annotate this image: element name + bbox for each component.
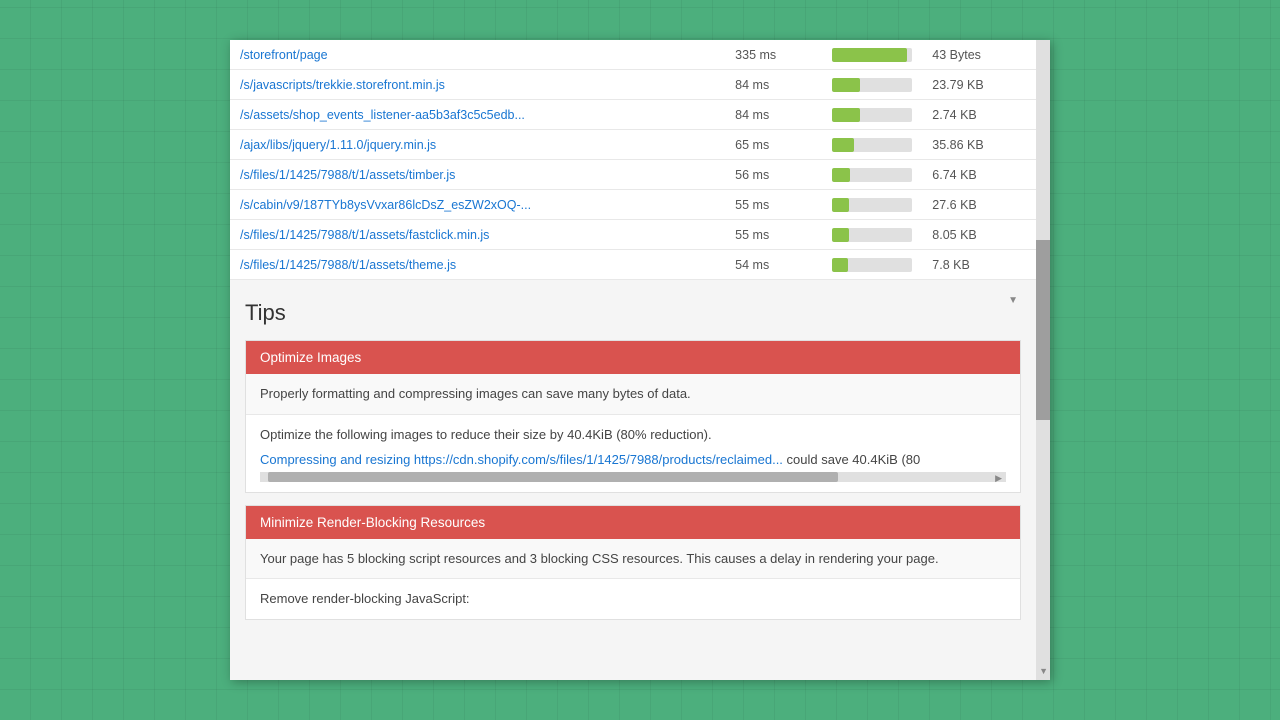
bar-container (832, 168, 912, 182)
bar-container (832, 78, 912, 92)
time-cell: 56 ms (725, 160, 822, 190)
tip-detail-render-blocking: Remove render-blocking JavaScript: (246, 578, 1020, 619)
bar-container (832, 198, 912, 212)
bar-cell (822, 220, 922, 250)
table-row: /s/files/1/1425/7988/t/1/assets/fastclic… (230, 220, 1036, 250)
bar-fill (832, 78, 860, 92)
bar-container (832, 228, 912, 242)
time-cell: 55 ms (725, 190, 822, 220)
tip-card-render-blocking: Minimize Render-Blocking Resources Your … (245, 505, 1021, 620)
tip-body-optimize-images: Properly formatting and compressing imag… (246, 374, 1020, 414)
resource-link[interactable]: /s/files/1/1425/7988/t/1/assets/timber.j… (240, 168, 455, 182)
bar-container (832, 108, 912, 122)
tip-body-render-blocking: Your page has 5 blocking script resource… (246, 539, 1020, 579)
bar-container (832, 258, 912, 272)
resource-link[interactable]: /storefront/page (240, 48, 328, 62)
size-cell: 35.86 KB (922, 130, 1036, 160)
tip-detail-link-line: Compressing and resizing https://cdn.sho… (260, 450, 1006, 470)
time-cell: 65 ms (725, 130, 822, 160)
table-row: /s/files/1/1425/7988/t/1/assets/timber.j… (230, 160, 1036, 190)
resource-table: /storefront/page 335 ms 43 Bytes /s/java… (230, 40, 1036, 280)
resource-link[interactable]: /s/assets/shop_events_listener-aa5b3af3c… (240, 108, 525, 122)
time-cell: 84 ms (725, 100, 822, 130)
main-panel: /storefront/page 335 ms 43 Bytes /s/java… (230, 40, 1050, 680)
tip-card-optimize-images: Optimize Images Properly formatting and … (245, 340, 1021, 493)
resource-link[interactable]: /s/files/1/1425/7988/t/1/assets/theme.js (240, 258, 456, 272)
vertical-scrollbar-track[interactable]: ▼ (1036, 40, 1050, 680)
table-row: /s/cabin/v9/187TYb8ysVvxar86lcDsZ_esZW2x… (230, 190, 1036, 220)
vertical-scrollbar-thumb[interactable] (1036, 240, 1050, 420)
bar-fill (832, 258, 848, 272)
right-scroll-arrow: ▶ (995, 472, 1002, 486)
bar-cell (822, 130, 922, 160)
bar-fill (832, 108, 860, 122)
bar-container (832, 48, 912, 62)
bar-fill (832, 48, 907, 62)
size-cell: 27.6 KB (922, 190, 1036, 220)
size-cell: 2.74 KB (922, 100, 1036, 130)
tip-header-optimize-images: Optimize Images (246, 341, 1020, 374)
size-cell: 43 Bytes (922, 40, 1036, 70)
bar-fill (832, 228, 849, 242)
size-cell: 23.79 KB (922, 70, 1036, 100)
size-cell: 8.05 KB (922, 220, 1036, 250)
bar-container (832, 138, 912, 152)
table-row: /s/assets/shop_events_listener-aa5b3af3c… (230, 100, 1036, 130)
horizontal-scrollbar-track[interactable]: ▶ (260, 472, 1006, 482)
tip-header-render-blocking: Minimize Render-Blocking Resources (246, 506, 1020, 539)
time-cell: 55 ms (725, 220, 822, 250)
content-area: /storefront/page 335 ms 43 Bytes /s/java… (230, 40, 1036, 680)
tip-detail-optimize-images: Optimize the following images to reduce … (246, 414, 1020, 492)
tip-cdn-link[interactable]: Compressing and resizing https://cdn.sho… (260, 452, 787, 467)
bar-cell (822, 100, 922, 130)
time-cell: 335 ms (725, 40, 822, 70)
time-cell: 84 ms (725, 70, 822, 100)
bar-cell (822, 40, 922, 70)
tip-detail-text: Optimize the following images to reduce … (260, 425, 1006, 445)
bar-cell (822, 190, 922, 220)
table-row: /storefront/page 335 ms 43 Bytes (230, 40, 1036, 70)
time-cell: 54 ms (725, 250, 822, 280)
tips-heading: Tips (245, 300, 1021, 326)
bar-cell (822, 250, 922, 280)
resource-link[interactable]: /s/files/1/1425/7988/t/1/assets/fastclic… (240, 228, 489, 242)
resource-link[interactable]: /s/javascripts/trekkie.storefront.min.js (240, 78, 445, 92)
bar-fill (832, 138, 854, 152)
bar-cell (822, 70, 922, 100)
bar-fill (832, 198, 849, 212)
size-cell: 7.8 KB (922, 250, 1036, 280)
table-row: /s/files/1/1425/7988/t/1/assets/theme.js… (230, 250, 1036, 280)
scrollbar-down-arrow: ▼ (1039, 666, 1048, 676)
tips-section: Tips Optimize Images Properly formatting… (230, 280, 1036, 642)
table-row: /s/javascripts/trekkie.storefront.min.js… (230, 70, 1036, 100)
size-cell: 6.74 KB (922, 160, 1036, 190)
table-row: /ajax/libs/jquery/1.11.0/jquery.min.js 6… (230, 130, 1036, 160)
horizontal-scrollbar-thumb (268, 472, 838, 482)
resource-link[interactable]: /ajax/libs/jquery/1.11.0/jquery.min.js (240, 138, 436, 152)
scroll-down-arrow: ▼ (1008, 295, 1018, 306)
bar-fill (832, 168, 850, 182)
bar-cell (822, 160, 922, 190)
resource-link[interactable]: /s/cabin/v9/187TYb8ysVvxar86lcDsZ_esZW2x… (240, 198, 531, 212)
